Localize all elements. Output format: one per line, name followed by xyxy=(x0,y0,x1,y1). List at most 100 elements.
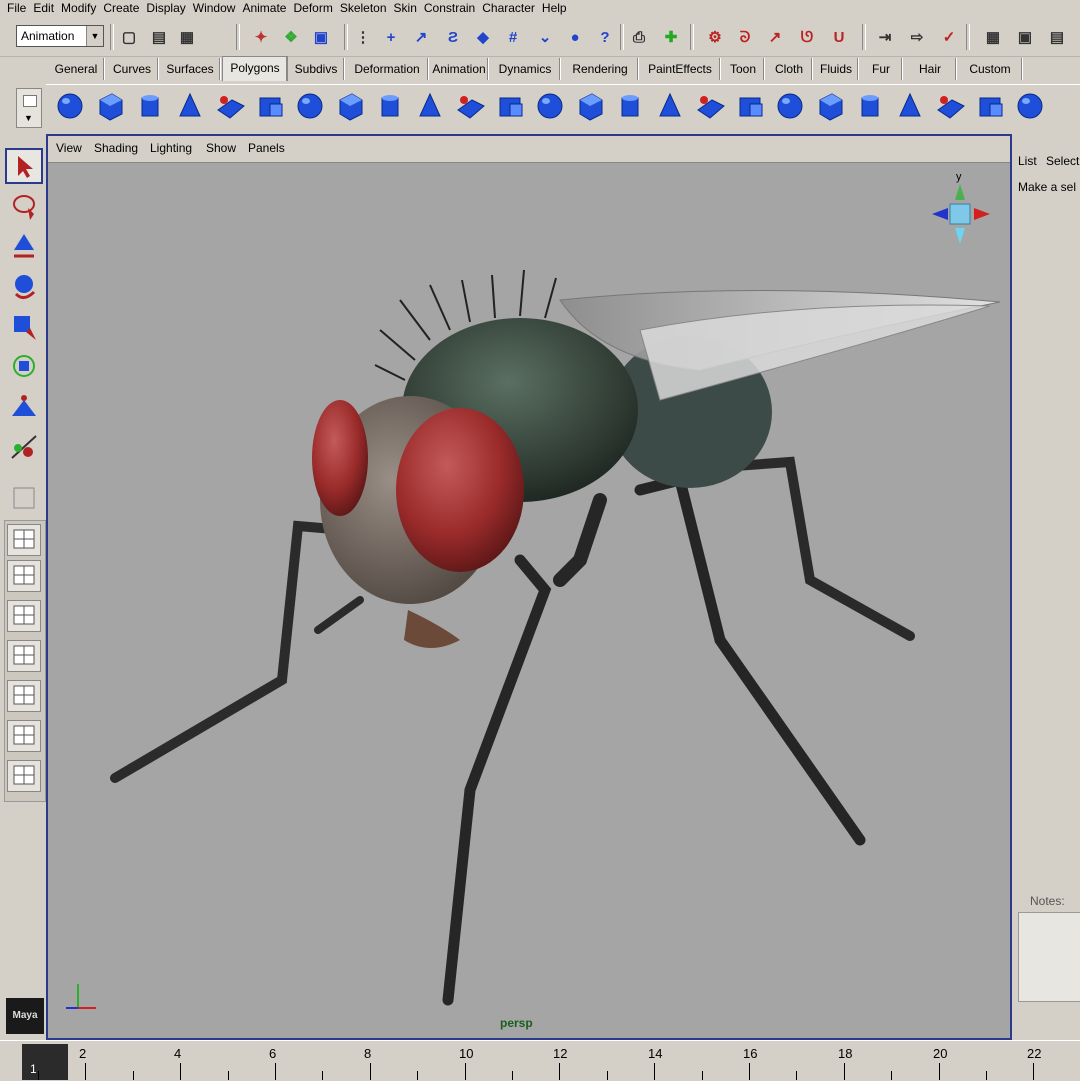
paint-icon[interactable]: ↗ xyxy=(764,26,786,48)
poly-prism-icon[interactable] xyxy=(294,90,326,122)
shelf-options[interactable]: ▼ xyxy=(16,88,42,128)
cut-faces-icon[interactable] xyxy=(894,90,926,122)
ipr-icon[interactable]: ✚ xyxy=(660,26,682,48)
menu-character[interactable]: Character xyxy=(475,0,535,17)
shelf-tab-cloth[interactable]: Cloth xyxy=(766,58,813,80)
menu-set-dropdown[interactable]: Animation ▼ xyxy=(16,25,104,47)
poly-helix-icon[interactable] xyxy=(374,90,406,122)
shelf-tab-curves[interactable]: Curves xyxy=(106,58,159,80)
shelf-tab-toon[interactable]: Toon xyxy=(722,58,765,80)
render-view-layout-icon[interactable] xyxy=(7,760,41,792)
menu-modify[interactable]: Modify xyxy=(54,0,96,17)
shelf-tab-hair[interactable]: Hair xyxy=(904,58,957,80)
chevron-down-icon[interactable]: ▼ xyxy=(86,26,103,46)
scale-tool-icon[interactable] xyxy=(5,308,43,344)
extract-icon[interactable] xyxy=(534,90,566,122)
shelf-tab-custom[interactable]: Custom xyxy=(958,58,1023,80)
shelf-tab-animation[interactable]: Animation xyxy=(430,58,489,80)
poly-soccer-ball-icon[interactable] xyxy=(414,90,446,122)
toggle-channel-box-icon[interactable]: ✓ xyxy=(938,26,960,48)
shelf-tab-painteffects[interactable]: PaintEffects xyxy=(640,58,721,80)
persp-outliner-layout-icon[interactable] xyxy=(7,600,41,632)
lasso-tool-icon[interactable] xyxy=(5,188,43,224)
output-line-icon[interactable]: ⇨ xyxy=(906,26,928,48)
magnet-icon[interactable]: U xyxy=(828,26,850,48)
snap-grid-icon[interactable]: + xyxy=(380,26,402,48)
persp-graph-layout-icon[interactable] xyxy=(7,640,41,672)
snap-curve-icon[interactable]: ↗ xyxy=(410,26,432,48)
menu-file[interactable]: File xyxy=(0,0,26,17)
shelf-tab-general[interactable]: General xyxy=(48,58,105,80)
shelf-tab-subdivs[interactable]: Subdivs xyxy=(288,58,345,80)
append-polygon-icon[interactable] xyxy=(774,90,806,122)
merge-vertices-icon[interactable] xyxy=(934,90,966,122)
panel-menu-view[interactable]: View xyxy=(56,141,82,155)
menu-edit[interactable]: Edit xyxy=(26,0,54,17)
view-axis-gizmo[interactable]: y xyxy=(930,170,994,250)
select-by-hierarchy-icon[interactable]: ✦ xyxy=(250,26,272,48)
make-live-icon[interactable]: # xyxy=(502,26,524,48)
poly-sphere-icon[interactable] xyxy=(54,90,86,122)
boolean-union-icon[interactable] xyxy=(574,90,606,122)
menu-animate[interactable]: Animate xyxy=(235,0,286,17)
combine-icon[interactable] xyxy=(454,90,486,122)
snap-view-icon[interactable]: ◆ xyxy=(472,26,494,48)
menu-help[interactable]: Help xyxy=(535,0,567,17)
history-icon[interactable]: ● xyxy=(564,26,586,48)
shelf-tab-deformation[interactable]: Deformation xyxy=(346,58,429,80)
render-icon[interactable]: ⎙ xyxy=(628,26,650,48)
menu-skin[interactable]: Skin xyxy=(387,0,417,17)
list-menu[interactable]: List xyxy=(1018,154,1037,168)
menu-window[interactable]: Window xyxy=(186,0,236,17)
rotate-tool-icon[interactable] xyxy=(5,268,43,304)
persp-hypergraph-layout-icon[interactable] xyxy=(7,680,41,712)
select-menu[interactable]: Select xyxy=(1046,154,1079,168)
poly-cone-icon[interactable] xyxy=(174,90,206,122)
poly-pipe-icon[interactable] xyxy=(334,90,366,122)
insert-edge-loop-icon[interactable] xyxy=(854,90,886,122)
move-tool-icon[interactable] xyxy=(5,228,43,264)
curve-tool-icon[interactable]: ᘎ xyxy=(796,26,818,48)
bridge-icon[interactable] xyxy=(734,90,766,122)
hypershade-layout-icon[interactable] xyxy=(7,720,41,752)
current-frame-indicator[interactable] xyxy=(22,1044,68,1080)
panel-menu-show[interactable]: Show xyxy=(206,141,236,155)
open-scene-icon[interactable]: ▤ xyxy=(148,26,170,48)
shelf-tab-dynamics[interactable]: Dynamics xyxy=(490,58,561,80)
input-ops-icon[interactable]: ⌄ xyxy=(534,26,556,48)
menu-display[interactable]: Display xyxy=(139,0,185,17)
poly-torus-icon[interactable] xyxy=(254,90,286,122)
render-globals-icon[interactable]: ⚙ xyxy=(704,26,726,48)
menu-skeleton[interactable]: Skeleton xyxy=(333,0,387,17)
smooth-icon[interactable] xyxy=(614,90,646,122)
panel-menu-lighting[interactable]: Lighting xyxy=(150,141,192,155)
attribute-editor-icon[interactable]: ▦ xyxy=(982,26,1004,48)
menu-deform[interactable]: Deform xyxy=(286,0,332,17)
soft-modification-icon[interactable] xyxy=(5,388,43,424)
universal-manipulator-icon[interactable] xyxy=(5,348,43,384)
select-object-icon[interactable]: ❖ xyxy=(280,26,302,48)
shelf-tab-rendering[interactable]: Rendering xyxy=(562,58,639,80)
last-tool-icon[interactable] xyxy=(5,480,43,516)
save-scene-icon[interactable]: ▦ xyxy=(176,26,198,48)
poly-cylinder-icon[interactable] xyxy=(134,90,166,122)
single-perspective-layout-icon[interactable] xyxy=(7,524,41,556)
new-scene-icon[interactable]: ▢ xyxy=(118,26,140,48)
menu-constrain[interactable]: Constrain xyxy=(417,0,475,17)
select-component-icon[interactable]: ▣ xyxy=(310,26,332,48)
shelf-tab-fluids[interactable]: Fluids xyxy=(814,58,859,80)
extrude-edge-icon[interactable] xyxy=(694,90,726,122)
help-line-icon[interactable]: ? xyxy=(594,26,616,48)
lock-selection-icon[interactable]: ⋮ xyxy=(352,26,374,48)
poly-plane-icon[interactable] xyxy=(214,90,246,122)
menu-create[interactable]: Create xyxy=(96,0,139,17)
separate-icon[interactable] xyxy=(494,90,526,122)
collapse-icon[interactable] xyxy=(974,90,1006,122)
shelf-tab-surfaces[interactable]: Surfaces xyxy=(160,58,221,80)
four-view-layout-icon[interactable] xyxy=(7,560,41,592)
select-tool-icon[interactable] xyxy=(5,148,43,184)
tool-settings-icon[interactable]: ▣ xyxy=(1014,26,1036,48)
show-manipulator-icon[interactable] xyxy=(5,428,43,464)
split-polygon-icon[interactable] xyxy=(814,90,846,122)
panel-menu-panels[interactable]: Panels xyxy=(248,141,285,155)
